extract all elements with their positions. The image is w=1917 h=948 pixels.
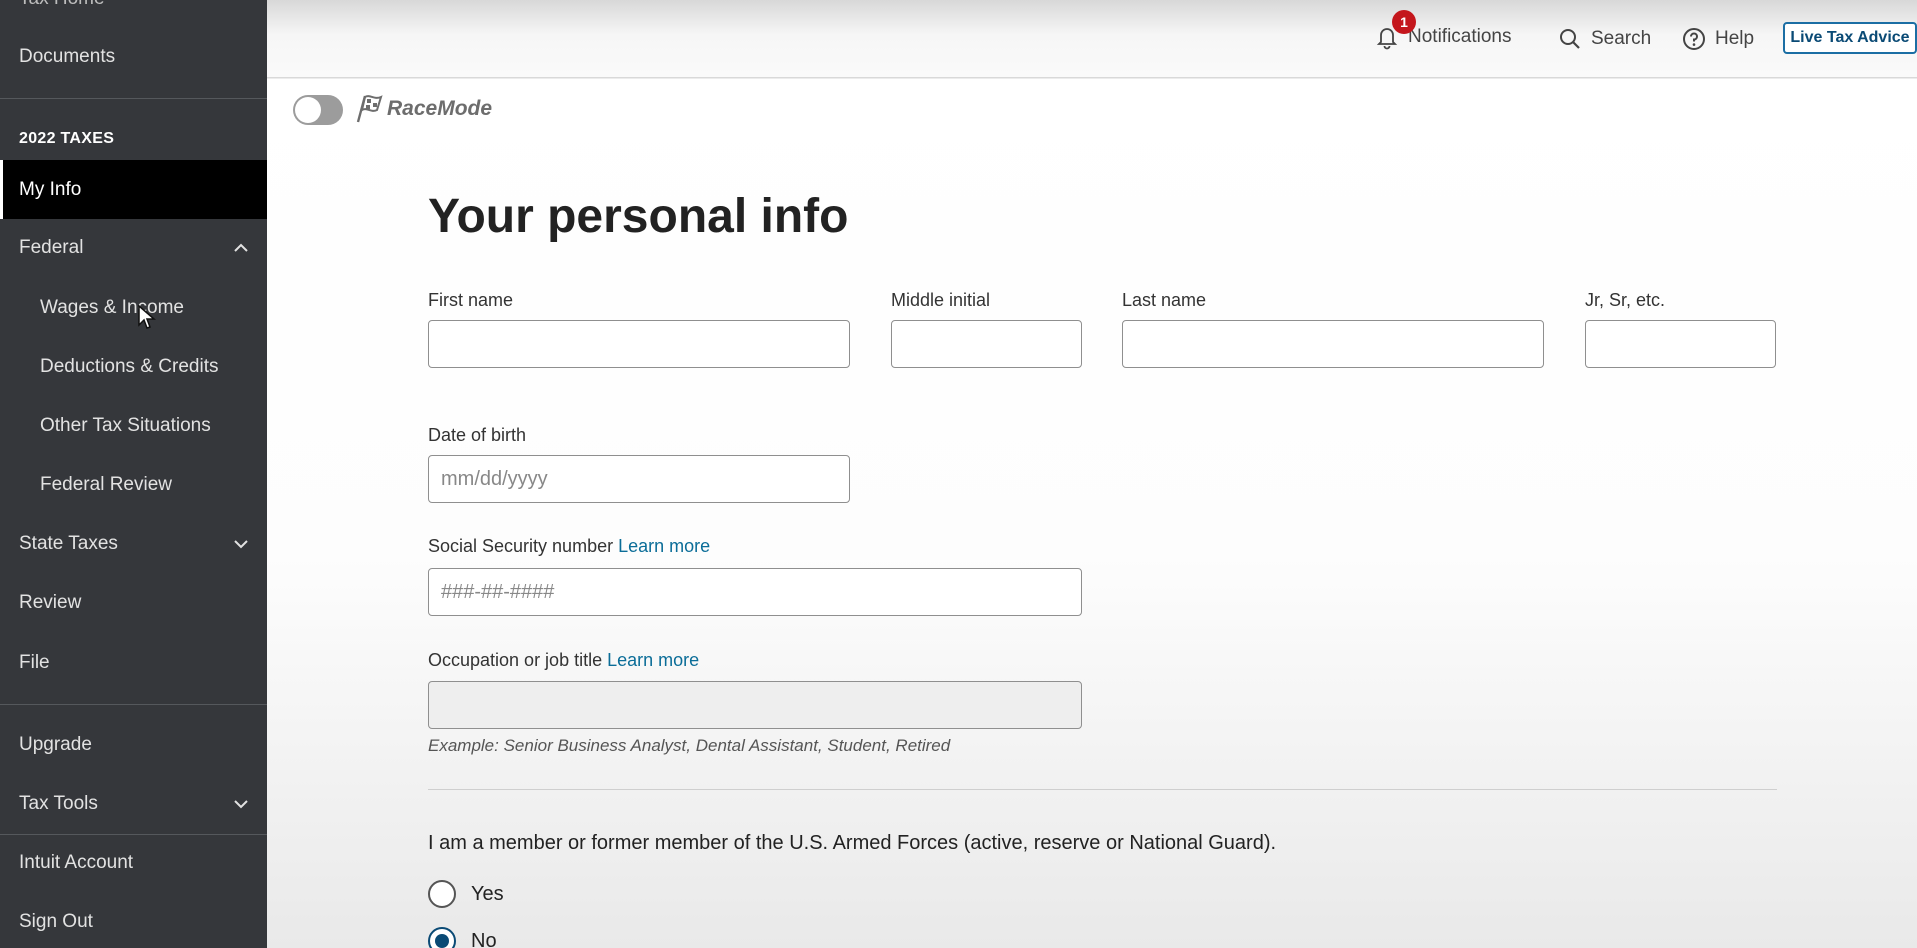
sidebar-item-label: Review <box>19 592 82 613</box>
ssn-learn-more-link[interactable]: Learn more <box>618 536 710 556</box>
sidebar-section-title: 2022 TAXES <box>19 130 115 147</box>
sidebar-item-label: Documents <box>19 46 116 67</box>
search-button[interactable]: Search <box>1557 26 1651 52</box>
sidebar-item-state-taxes[interactable]: State Taxes <box>0 518 267 570</box>
chevron-down-icon[interactable] <box>231 534 251 554</box>
help-label: Help <box>1715 28 1755 49</box>
sidebar-item-label: Wages & Income <box>40 297 184 318</box>
help-icon <box>1683 28 1705 50</box>
occupation-label: Occupation or job title Learn more <box>428 650 699 671</box>
sidebar-item-label: Federal Review <box>40 474 172 495</box>
dob-placeholder: mm/dd/yyyy <box>441 467 548 490</box>
ssn-placeholder: ###-##-#### <box>441 580 555 603</box>
sidebar-item-other-tax-situations[interactable]: Other Tax Situations <box>0 400 267 452</box>
ssn-field[interactable]: ###-##-#### <box>428 568 1082 616</box>
sidebar-divider <box>0 834 267 835</box>
radio-yes[interactable] <box>428 880 456 908</box>
sidebar-item-label: File <box>19 652 50 673</box>
chevron-down-icon[interactable] <box>231 794 251 814</box>
dob-field[interactable]: mm/dd/yyyy <box>428 455 850 503</box>
occupation-learn-more-link[interactable]: Learn more <box>607 650 699 670</box>
racemode-label: RaceMode <box>387 97 493 120</box>
sidebar-item-review[interactable]: Review <box>0 577 267 629</box>
dob-label: Date of birth <box>428 425 527 445</box>
armed-forces-yes-option[interactable]: Yes <box>428 880 504 908</box>
sidebar-item-upgrade[interactable]: Upgrade <box>0 719 267 771</box>
occupation-hint: Example: Senior Business Analyst, Dental… <box>428 736 951 755</box>
notification-count-badge: 1 <box>1392 10 1416 34</box>
checkered-flag-icon <box>356 95 383 123</box>
occupation-label-text: Occupation or job title <box>428 650 603 670</box>
sidebar-item-my-info[interactable]: My Info <box>0 160 267 219</box>
sidebar-item-intuit-account[interactable]: Intuit Account <box>0 837 267 889</box>
radio-yes-label: Yes <box>471 882 504 905</box>
sidebar-item-wages-income[interactable]: Wages & Income <box>0 282 267 334</box>
ssn-label: Social Security number Learn more <box>428 536 710 557</box>
radio-no-label: No <box>471 929 497 948</box>
last-name-label: Last name <box>1122 290 1207 310</box>
sidebar-item-label: My Info <box>19 178 82 200</box>
help-button[interactable]: Help <box>1681 26 1754 52</box>
sidebar-item-sign-out[interactable]: Sign Out <box>0 896 267 948</box>
top-header: Notifications 1 Search Help Live Tax Adv… <box>267 0 1917 78</box>
sidebar-item-tax-home[interactable]: Tax Home <box>19 0 105 10</box>
sidebar-item-documents[interactable]: Documents <box>0 31 267 83</box>
sidebar-divider <box>0 98 267 99</box>
racemode-logo: RaceMode <box>355 93 492 125</box>
sidebar-item-deductions-credits[interactable]: Deductions & Credits <box>0 341 267 393</box>
sidebar-item-label: Other Tax Situations <box>40 415 211 436</box>
search-icon <box>1560 29 1580 49</box>
armed-forces-no-option[interactable]: No <box>428 927 497 948</box>
sidebar-item-label: Intuit Account <box>19 852 134 873</box>
racemode-toggle[interactable] <box>293 95 343 125</box>
sidebar-item-label: State Taxes <box>19 533 118 554</box>
sidebar-item-tax-tools[interactable]: Tax Tools <box>0 778 267 830</box>
sidebar-item-label: Federal <box>19 237 84 258</box>
suffix-field[interactable] <box>1585 320 1776 368</box>
ssn-label-text: Social Security number <box>428 536 614 556</box>
occupation-field[interactable] <box>428 681 1082 729</box>
radio-no[interactable] <box>428 927 456 948</box>
section-divider <box>428 789 1777 790</box>
middle-initial-label: Middle initial <box>891 290 991 310</box>
sidebar-item-federal[interactable]: Federal <box>0 222 267 274</box>
middle-initial-field[interactable] <box>891 320 1082 368</box>
sidebar-divider <box>0 704 267 705</box>
search-label: Search <box>1591 28 1652 49</box>
page-title: Your personal info <box>428 190 849 243</box>
armed-forces-question: I am a member or former member of the U.… <box>428 832 1277 854</box>
toggle-knob <box>295 97 321 123</box>
sidebar-nav: Tax Home Documents 2022 TAXES My Info Fe… <box>0 0 267 948</box>
sidebar-item-label: Upgrade <box>19 734 92 755</box>
live-tax-advice-button[interactable]: Live Tax Advice <box>1783 22 1917 54</box>
sidebar-item-label: Deductions & Credits <box>40 356 219 377</box>
last-name-field[interactable] <box>1122 320 1544 368</box>
notifications-label: Notifications <box>1408 26 1512 47</box>
suffix-label: Jr, Sr, etc. <box>1585 290 1666 310</box>
sidebar-item-file[interactable]: File <box>0 637 267 689</box>
first-name-field[interactable] <box>428 320 850 368</box>
sidebar-item-federal-review[interactable]: Federal Review <box>0 459 267 511</box>
sidebar-item-label: Tax Tools <box>19 793 98 814</box>
chevron-up-icon[interactable] <box>231 238 251 258</box>
mouse-cursor-icon <box>138 305 156 329</box>
first-name-label: First name <box>428 290 514 310</box>
main-content: RaceMode Your personal info First name M… <box>267 79 1917 948</box>
sidebar-item-label: Sign Out <box>19 911 93 932</box>
